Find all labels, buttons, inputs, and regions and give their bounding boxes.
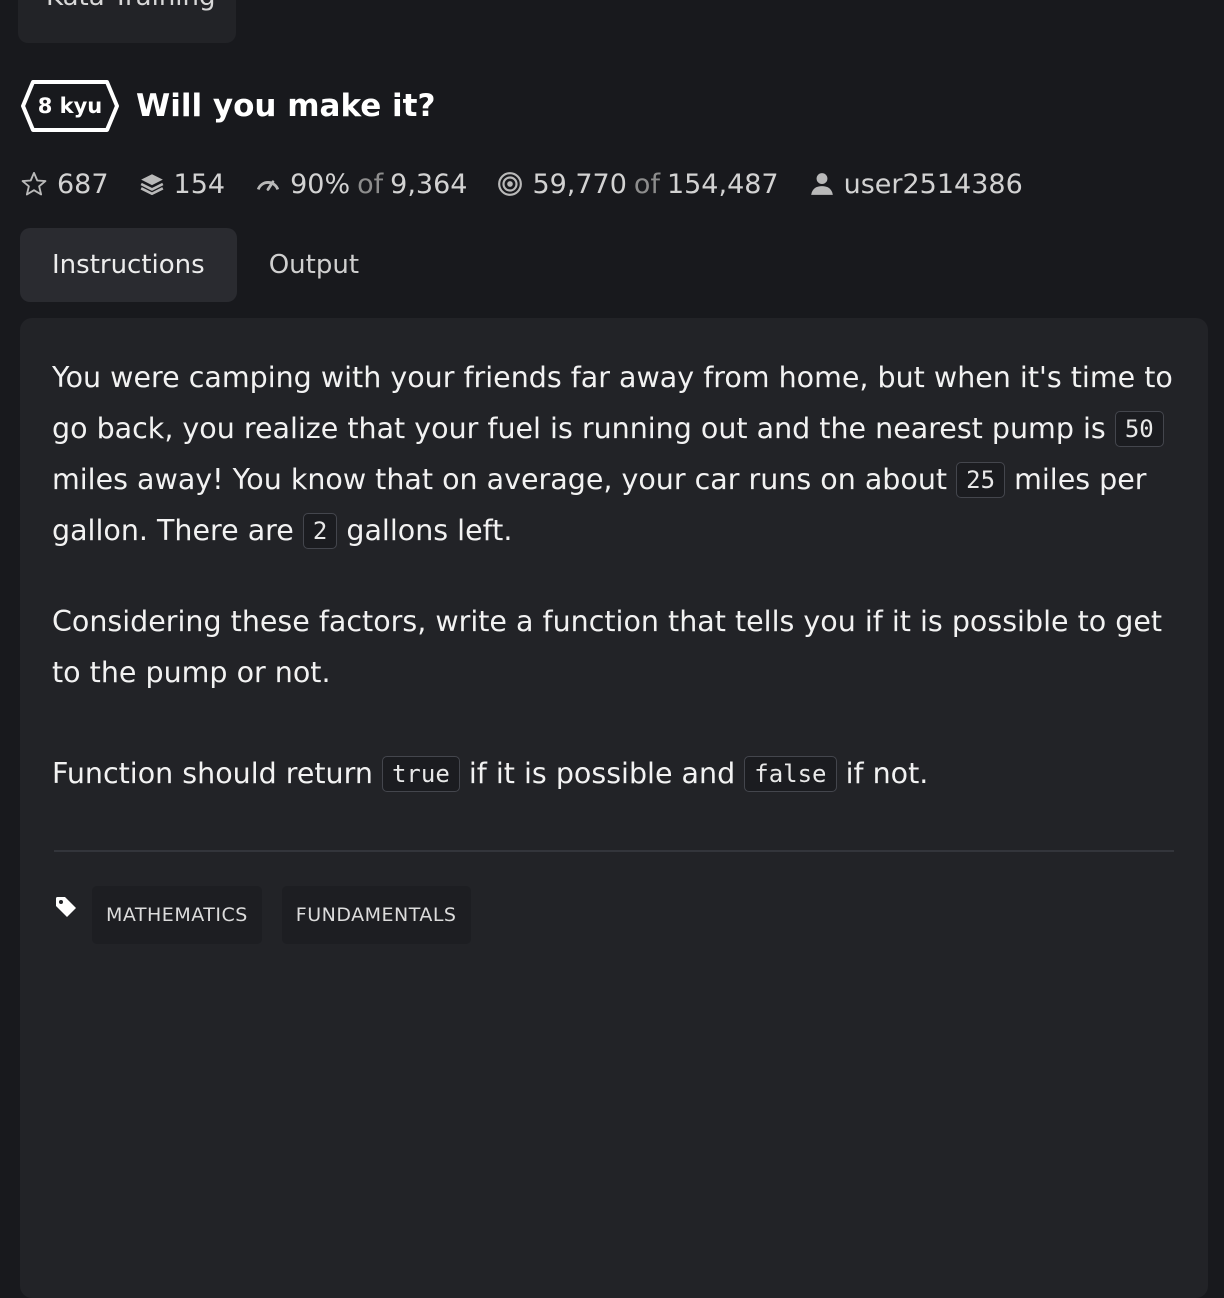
tag-list: MATHEMATICS FUNDAMENTALS (54, 886, 491, 944)
description-text: if not. (845, 757, 929, 790)
description-paragraph: You were camping with your friends far a… (52, 352, 1182, 556)
tag-fundamentals[interactable]: FUNDAMENTALS (281, 886, 471, 944)
attempts-count: 154,487 (666, 168, 779, 200)
completed-of: of (633, 168, 660, 200)
tag-icon (56, 897, 76, 917)
gauge-icon (257, 180, 280, 191)
satisfaction-of: of (357, 168, 384, 200)
tab-instructions[interactable]: Instructions (20, 228, 237, 302)
stack-icon (140, 174, 163, 196)
description-text: if it is possible and (468, 757, 736, 790)
satisfaction-votes: 9,364 (390, 168, 468, 200)
stars-count: 687 (57, 168, 109, 200)
kata-description: You were camping with your friends far a… (52, 352, 1182, 799)
kata-training-tab[interactable]: Kata Training (18, 0, 236, 43)
rank-badge: 8 kyu (20, 79, 120, 133)
stars-stat[interactable]: 687 (20, 169, 109, 200)
description-text: Function should return (52, 757, 373, 790)
code-mpg: 25 (956, 462, 1006, 498)
code-false: false (744, 756, 837, 792)
kata-title: Will you make it? (136, 88, 436, 124)
completed-count: 59,770 (532, 168, 627, 200)
description-paragraph: Function should return true if it is pos… (52, 748, 1182, 799)
rank-label: 8 kyu (37, 94, 103, 118)
user-icon (810, 173, 833, 195)
author-stat[interactable]: user2514386 (809, 169, 1023, 200)
description-text: miles away! You know that on average, yo… (52, 463, 948, 496)
target-icon (498, 172, 523, 196)
kata-training-label: Kata Training (46, 0, 216, 10)
divider (54, 850, 1174, 852)
star-icon (21, 171, 47, 196)
tab-output[interactable]: Output (237, 228, 391, 302)
description-text: You were camping with your friends far a… (52, 361, 1173, 445)
code-gallons: 2 (302, 513, 338, 549)
instructions-panel: You were camping with your friends far a… (20, 318, 1208, 1298)
author-name: user2514386 (843, 168, 1023, 200)
kata-header: 8 kyu Will you make it? (20, 78, 435, 134)
description-paragraph: Considering these factors, write a funct… (52, 605, 1163, 689)
tag-mathematics[interactable]: MATHEMATICS (92, 886, 262, 944)
collections-stat[interactable]: 154 (139, 168, 226, 200)
satisfaction-stat: 90% of 9,364 (255, 169, 467, 200)
description-text: gallons left. (346, 514, 513, 547)
satisfaction-percent: 90% (290, 168, 351, 200)
code-true: true (381, 756, 460, 792)
completed-stat: 59,770 of 154,487 (497, 168, 779, 200)
kata-stats: 687 154 90% of 9,364 59,770 of 154,487 u… (20, 164, 1053, 204)
code-distance: 50 (1114, 411, 1164, 447)
kata-tabs: Instructions Output (20, 228, 391, 302)
collections-count: 154 (173, 168, 226, 200)
